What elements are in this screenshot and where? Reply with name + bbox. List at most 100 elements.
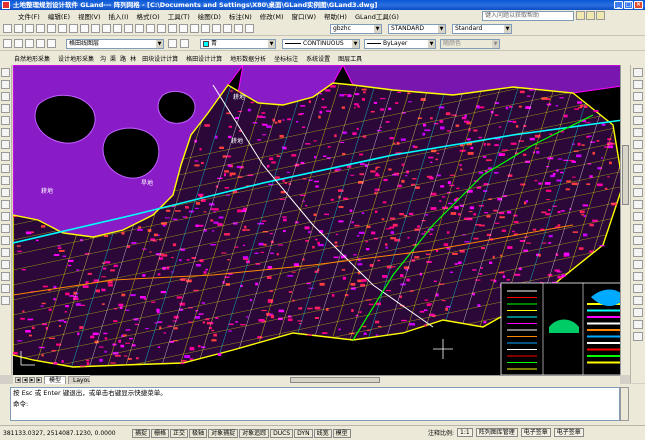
line-tool-icon[interactable] — [1, 68, 10, 77]
annotation-scale-combo[interactable]: 1:1 — [457, 428, 473, 437]
command-scrollbar[interactable] — [620, 387, 629, 421]
tool-palette-icon[interactable] — [201, 24, 210, 33]
gland-forest[interactable]: 林 — [128, 54, 138, 63]
stretch-tool-icon[interactable] — [633, 164, 643, 173]
xline-tool-icon[interactable] — [1, 80, 10, 89]
vertical-scrollbar[interactable] — [620, 65, 630, 375]
horizontal-scroll-thumb[interactable] — [290, 377, 380, 383]
drawing-canvas[interactable]: 耕地 耕地 旱地 耕地 — [13, 65, 629, 375]
rotate-tool-icon[interactable] — [633, 140, 643, 149]
arc-tool-icon[interactable] — [1, 128, 10, 137]
scale-tool-icon[interactable] — [633, 152, 643, 161]
paste-icon[interactable] — [91, 24, 100, 33]
cut-icon[interactable] — [69, 24, 78, 33]
calc-icon[interactable] — [234, 24, 243, 33]
model-toggle[interactable]: 模型 — [332, 428, 351, 438]
zoom-extents-tool-icon[interactable] — [633, 308, 643, 317]
design-center-icon[interactable] — [190, 24, 199, 33]
gland-system-settings[interactable]: 系统设置 — [302, 54, 334, 63]
menu-dimension[interactable]: 标注(N) — [225, 11, 256, 21]
ducs-toggle[interactable]: DUCS — [270, 428, 294, 438]
array-tool-icon[interactable] — [633, 116, 643, 125]
polygon-tool-icon[interactable] — [1, 104, 10, 113]
layer-combo[interactable]: 格田线图层 ▼ — [66, 39, 164, 49]
menu-format[interactable]: 格式(O) — [133, 11, 164, 21]
favorites-icon[interactable] — [596, 11, 605, 20]
ellipse-tool-icon[interactable] — [1, 176, 10, 185]
help-search-input[interactable]: 键入问题以获取帮助 — [482, 11, 574, 21]
gland-field-design[interactable]: 田块设计计算 — [138, 54, 182, 63]
communication-center-icon[interactable] — [586, 11, 595, 20]
preview-icon[interactable] — [47, 24, 56, 33]
lineweight-toggle[interactable]: 线宽 — [313, 428, 332, 438]
rectangle-tool-icon[interactable] — [1, 116, 10, 125]
menu-edit[interactable]: 编辑(E) — [44, 11, 74, 21]
minimize-button[interactable]: _ — [614, 1, 623, 9]
layer-previous-icon[interactable] — [180, 39, 189, 48]
table-tool-icon[interactable] — [1, 272, 10, 281]
tab-first-icon[interactable]: ◀ — [15, 376, 21, 383]
offset-tool-icon[interactable] — [633, 104, 643, 113]
tab-next-icon[interactable]: ▶ — [29, 376, 35, 383]
horizontal-scrollbar[interactable] — [90, 375, 620, 384]
table-style-combo[interactable]: Standard ▼ — [452, 24, 512, 34]
menu-view[interactable]: 视图(V) — [74, 11, 105, 21]
trim-tool-icon[interactable] — [633, 176, 643, 185]
gland-natural-terrain[interactable]: 自然地形采集 — [10, 54, 54, 63]
sheet-set-icon[interactable] — [212, 24, 221, 33]
undo-icon[interactable] — [113, 24, 122, 33]
layer-visible-icon[interactable] — [25, 39, 34, 48]
otrack-toggle[interactable]: 对象追踪 — [239, 428, 270, 438]
hatch-tool-icon[interactable] — [1, 236, 10, 245]
help-search-icon[interactable] — [576, 11, 585, 20]
explode-tool-icon[interactable] — [633, 260, 643, 269]
fillet-tool-icon[interactable] — [633, 248, 643, 257]
group-tool-icon[interactable] — [633, 332, 643, 341]
erase-tool-icon[interactable] — [633, 68, 643, 77]
chamfer-tool-icon[interactable] — [633, 236, 643, 245]
new-icon[interactable] — [3, 24, 12, 33]
gland-coordinate-label[interactable]: 坐标标注 — [270, 54, 302, 63]
linetype-combo[interactable]: CONTINUOUS ▼ — [282, 39, 360, 49]
layer-state-icon[interactable] — [14, 39, 23, 48]
menu-insert[interactable]: 插入(I) — [105, 11, 133, 21]
grid-toggle[interactable]: 栅格 — [151, 428, 170, 438]
ellipse-arc-tool-icon[interactable] — [1, 188, 10, 197]
tab-last-icon[interactable]: ▶ — [36, 376, 42, 383]
tab-model[interactable]: 模型 — [44, 375, 67, 384]
menu-window[interactable]: 窗口(W) — [287, 11, 320, 21]
dyn-toggle[interactable]: DYN — [294, 428, 313, 438]
make-block-tool-icon[interactable] — [1, 212, 10, 221]
gland-grid-design[interactable]: 格田设计计算 — [182, 54, 226, 63]
insert-block-tool-icon[interactable] — [1, 200, 10, 209]
match-props-tool-icon[interactable] — [633, 296, 643, 305]
break-tool-icon[interactable] — [633, 212, 643, 221]
print-icon[interactable] — [36, 24, 45, 33]
extend-tool-icon[interactable] — [633, 188, 643, 197]
gland-design-terrain[interactable]: 设计地形采集 — [54, 54, 98, 63]
zoom-realtime-icon[interactable] — [146, 24, 155, 33]
properties-icon[interactable] — [179, 24, 188, 33]
gland-canal[interactable]: 渠 — [108, 54, 118, 63]
layer-manager-icon[interactable] — [3, 39, 12, 48]
save-icon[interactable] — [25, 24, 34, 33]
mtext-tool-icon[interactable] — [1, 284, 10, 293]
add-selected-tool-icon[interactable] — [1, 296, 10, 305]
pan-icon[interactable] — [135, 24, 144, 33]
draw-order-tool-icon[interactable] — [633, 320, 643, 329]
copy-tool-icon[interactable] — [633, 80, 643, 89]
gradient-tool-icon[interactable] — [1, 248, 10, 257]
mirror-tool-icon[interactable] — [633, 92, 643, 101]
gland-road[interactable]: 路 — [118, 54, 128, 63]
spline-tool-icon[interactable] — [1, 164, 10, 173]
region-tool-icon[interactable] — [1, 260, 10, 269]
move-tool-icon[interactable] — [633, 128, 643, 137]
menu-tools[interactable]: 工具(T) — [164, 11, 194, 21]
redo-icon[interactable] — [124, 24, 133, 33]
dim-style-combo[interactable]: STANDARD ▼ — [388, 24, 446, 34]
text-style-combo[interactable]: gbzhc ▼ — [330, 24, 382, 34]
match-icon[interactable] — [102, 24, 111, 33]
polar-toggle[interactable]: 极轴 — [189, 428, 208, 438]
copy-icon[interactable] — [80, 24, 89, 33]
tab-prev-icon[interactable]: ◀ — [22, 376, 28, 383]
